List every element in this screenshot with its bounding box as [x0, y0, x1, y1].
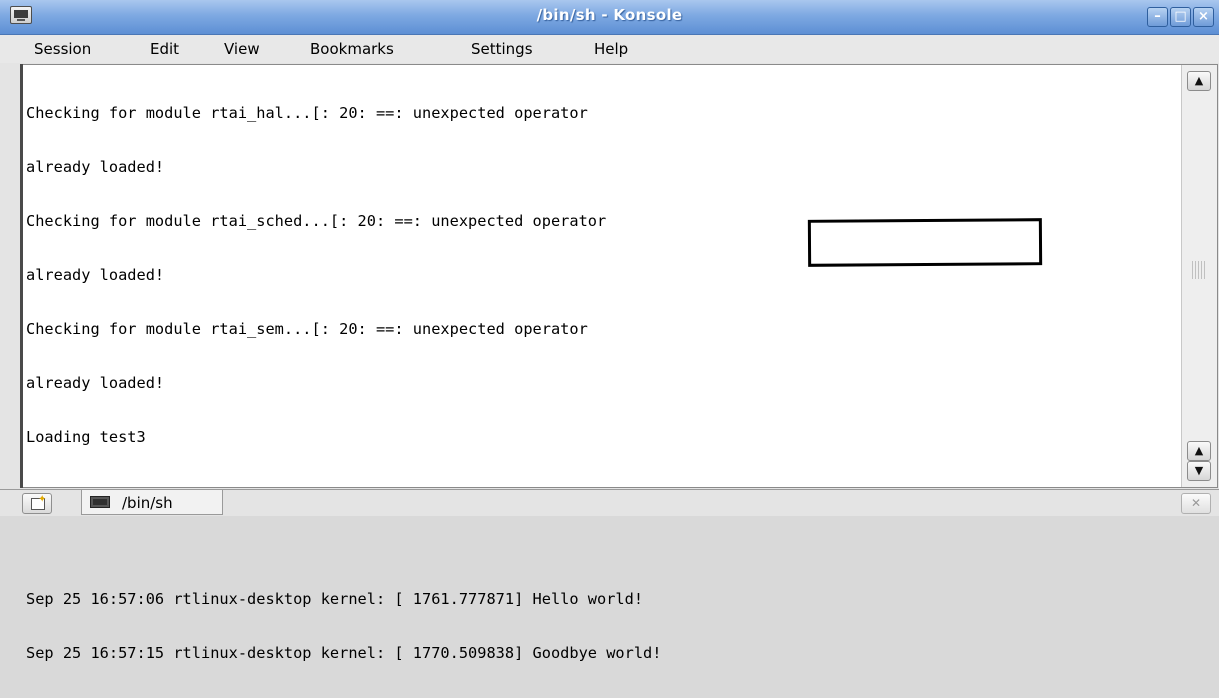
new-session-button[interactable]: ✦ [22, 493, 52, 514]
terminal-line: already loaded! [26, 374, 165, 392]
scroll-up-lower-button[interactable]: ▲ [1187, 441, 1211, 461]
konsole-window: /bin/sh - Konsole – □ × Session Edit Vie… [0, 0, 1219, 662]
terminal-line: Sep 25 16:57:06 rtlinux-desktop kernel: … [26, 590, 644, 608]
vertical-scrollbar[interactable]: ▲ ▲ ▼ [1181, 65, 1217, 487]
menu-settings[interactable]: Settings [471, 40, 533, 58]
terminal-output[interactable]: Checking for module rtai_hal...[: 20: ==… [26, 68, 1176, 662]
maximize-button[interactable]: □ [1170, 7, 1191, 27]
sparkle-icon: ✦ [38, 494, 47, 505]
scroll-up-button[interactable]: ▲ [1187, 71, 1211, 91]
terminal-line: Checking for module rtai_sem...[: 20: ==… [26, 320, 588, 338]
scroll-down-button[interactable]: ▼ [1187, 461, 1211, 481]
terminal-line: Loading test3 [26, 428, 146, 446]
minimize-button[interactable]: – [1147, 7, 1168, 27]
terminal-icon [90, 496, 110, 508]
menu-help[interactable]: Help [594, 40, 628, 58]
menu-bookmarks[interactable]: Bookmarks [310, 40, 394, 58]
menu-bar: Session Edit View Bookmarks Settings Hel… [0, 35, 1219, 63]
terminal-line: Sep 25 16:57:15 rtlinux-desktop kernel: … [26, 644, 662, 662]
menu-view[interactable]: View [224, 40, 260, 58]
close-button[interactable]: × [1193, 7, 1214, 27]
tab-label: /bin/sh [122, 494, 173, 512]
terminal-line: already loaded! [26, 158, 165, 176]
window-title: /bin/sh - Konsole [536, 6, 683, 24]
hand-drawn-highlight-box [807, 218, 1043, 267]
session-tab-bar: ✦ /bin/sh ✕ [0, 489, 1219, 516]
terminal-left-border [20, 64, 23, 488]
scrollbar-grip[interactable] [1192, 261, 1206, 279]
terminal-line: Checking for module rtai_hal...[: 20: ==… [26, 104, 588, 122]
close-session-button[interactable]: ✕ [1181, 493, 1211, 514]
tab-bin-sh[interactable]: /bin/sh [81, 490, 223, 515]
close-session-icon: ✕ [1190, 496, 1202, 510]
menu-session[interactable]: Session [34, 40, 91, 58]
terminal-line: already loaded! [26, 266, 165, 284]
menu-edit[interactable]: Edit [150, 40, 179, 58]
title-bar[interactable]: /bin/sh - Konsole – □ × [0, 0, 1219, 35]
